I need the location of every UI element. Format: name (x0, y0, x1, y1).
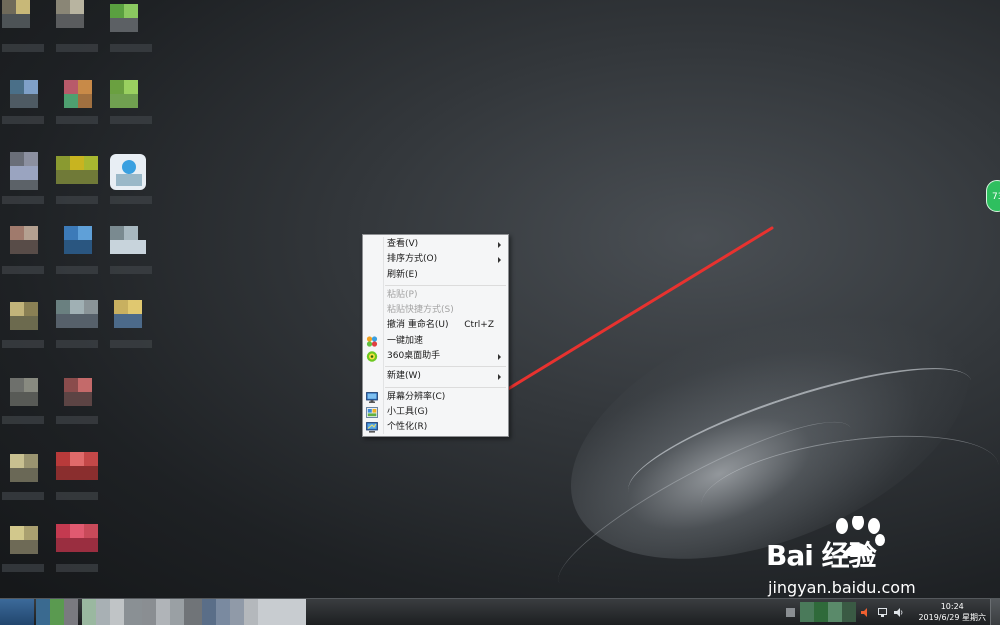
personalize-icon (366, 422, 378, 433)
taskbar: 10:24 2019/6/29 星期六 (0, 598, 1000, 625)
taskbar-pinned-app[interactable] (142, 599, 202, 625)
menu-item-label: 一键加速 (387, 335, 424, 346)
menu-item-view[interactable]: 查看(V) (363, 237, 508, 252)
menu-separator (385, 386, 506, 388)
start-button[interactable] (0, 599, 34, 625)
menu-item-label: 粘贴快捷方式(S) (387, 305, 454, 316)
menu-item-one-click-speedup[interactable]: 一键加速 (363, 334, 508, 349)
clock-date: 2019/6/29 星期六 (918, 613, 986, 622)
submenu-arrow-icon (498, 257, 501, 264)
menu-item-refresh[interactable]: 刷新(E) (363, 268, 508, 283)
baidu-logo-text: Bai 经验 (766, 539, 877, 572)
tray-app-icon[interactable] (786, 608, 795, 617)
floating-speed-ball[interactable]: 73 (986, 180, 1000, 212)
menu-item-label: 屏幕分辨率(C) (387, 391, 446, 402)
taskbar-pinned-app[interactable] (202, 599, 306, 625)
menu-item-label: 查看(V) (387, 239, 419, 249)
menu-item-label: 360桌面助手 (387, 351, 441, 362)
menu-item-label: 个性化(R) (387, 422, 428, 433)
menu-item-label: 排序方式(O) (387, 254, 438, 265)
gadgets-icon (366, 407, 378, 418)
menu-item-undo-rename[interactable]: 撤消 重命名(U) Ctrl+Z (363, 318, 508, 333)
submenu-arrow-icon (498, 354, 501, 361)
taskbar-pinned-app[interactable] (36, 599, 78, 625)
speedup-icon (366, 336, 378, 347)
menu-item-gadgets[interactable]: 小工具(G) (363, 405, 508, 420)
menu-item-new[interactable]: 新建(W) (363, 369, 508, 384)
tray-app-icon[interactable] (800, 602, 856, 622)
taskbar-pinned-app[interactable] (82, 599, 142, 625)
speed-ball-value: 73 (992, 192, 1000, 202)
menu-item-label: 小工具(G) (387, 406, 428, 417)
menu-item-paste-shortcut[interactable]: 粘贴快捷方式(S) (363, 303, 508, 318)
menu-item-shortcut: Ctrl+Z (464, 320, 494, 331)
clock-time: 10:24 (940, 602, 964, 611)
network-icon[interactable] (878, 608, 887, 617)
360-desktop-icon (366, 351, 378, 362)
menu-item-paste[interactable]: 粘贴(P) (363, 288, 508, 303)
menu-item-label: 撤消 重命名(U) (387, 320, 449, 331)
monitor-icon (366, 391, 378, 403)
taskbar-clock[interactable]: 10:24 2019/6/29 星期六 (918, 601, 986, 623)
baidu-jingyan-watermark: Bai 经验 jingyan.baidu.com (766, 512, 986, 598)
menu-item-personalize[interactable]: 个性化(R) (363, 420, 508, 435)
watermark-url: jingyan.baidu.com (768, 578, 916, 597)
desktop[interactable]: 查看(V) 排序方式(O) 刷新(E) 粘贴(P) 粘贴快捷方式(S) 撤消 重… (0, 0, 1000, 598)
volume-alert-icon[interactable] (860, 608, 869, 617)
submenu-arrow-icon (498, 374, 501, 381)
submenu-arrow-icon (498, 242, 501, 248)
menu-item-screen-resolution[interactable]: 屏幕分辨率(C) (363, 390, 508, 405)
speaker-icon[interactable] (894, 608, 903, 617)
menu-item-label: 新建(W) (387, 371, 421, 382)
desktop-context-menu: 查看(V) 排序方式(O) 刷新(E) 粘贴(P) 粘贴快捷方式(S) 撤消 重… (362, 234, 509, 437)
menu-separator (385, 284, 506, 286)
menu-item-label: 粘贴(P) (387, 289, 418, 300)
menu-item-sort-by[interactable]: 排序方式(O) (363, 252, 508, 267)
menu-item-label: 刷新(E) (387, 269, 418, 280)
show-desktop-button[interactable] (990, 599, 1000, 625)
menu-item-360-desktop-assistant[interactable]: 360桌面助手 (363, 349, 508, 364)
menu-separator (385, 366, 506, 368)
